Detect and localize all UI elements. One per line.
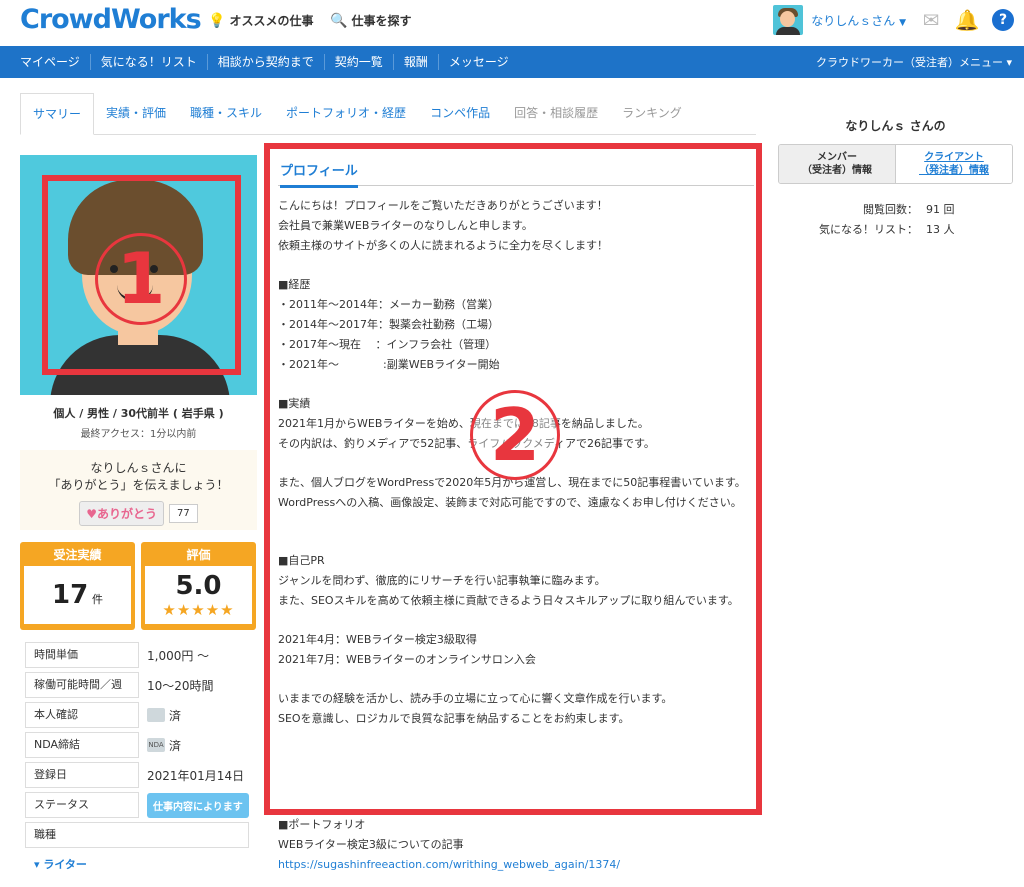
profile-avatar: 1 bbox=[20, 155, 257, 395]
tab-member-info[interactable]: メンバー （受注者）情報 bbox=[779, 145, 896, 183]
left-column: 1 個人 / 男性 / 30代前半 ( 岩手県 ) 最終アクセス：1分以内前 な… bbox=[20, 155, 257, 872]
thanks-panel: なりしんｓさんに 「ありがとう」を伝えましょう！ ♥ありがとう 77 bbox=[20, 450, 257, 530]
thanks-button[interactable]: ♥ありがとう bbox=[79, 501, 165, 526]
mail-icon[interactable]: ✉ bbox=[920, 8, 942, 32]
crowdworks-logo[interactable]: CrowdWorks bbox=[20, 4, 202, 35]
tab-results[interactable]: 実績・評価 bbox=[94, 93, 178, 135]
id-card-icon bbox=[147, 708, 165, 722]
last-access: 最終アクセス：1分以内前 bbox=[80, 429, 197, 440]
nav-rewards[interactable]: 報酬 bbox=[394, 54, 439, 70]
site-header: CrowdWorks 💡 オススメの仕事 🔍 仕事を探す なりしんｓさん ▼ ✉… bbox=[0, 0, 1024, 46]
recommend-link[interactable]: 💡 オススメの仕事 bbox=[208, 12, 313, 29]
avatar[interactable] bbox=[773, 5, 804, 35]
nda-icon: NDA bbox=[147, 738, 165, 752]
profile-tabs: サマリー 実績・評価 職種・スキル ポートフォリオ・経歴 コンペ作品 回答・相談… bbox=[20, 93, 756, 135]
bell-icon[interactable]: 🔔 bbox=[955, 8, 980, 32]
tab-ranking[interactable]: ランキング bbox=[610, 93, 694, 135]
right-column: なりしんｓ さんの メンバー （受注者）情報 クライアント （発注者）情報 閲覧… bbox=[778, 117, 1013, 240]
tab-client-info[interactable]: クライアント （発注者）情報 bbox=[896, 145, 1012, 183]
status-badge[interactable]: 仕事内容によります bbox=[147, 792, 249, 818]
tab-portfolio[interactable]: ポートフォリオ・経歴 bbox=[274, 93, 418, 135]
job-category-writer[interactable]: ▾ ライター bbox=[34, 856, 257, 872]
profile-summary: 個人 / 男性 / 30代前半 ( 岩手県 ) bbox=[53, 407, 224, 420]
tab-competitions[interactable]: コンペ作品 bbox=[418, 93, 502, 135]
help-icon[interactable]: ? bbox=[992, 9, 1014, 31]
thanks-count: 77 bbox=[169, 504, 198, 523]
orders-stat: 受注実績 17 件 bbox=[20, 542, 135, 630]
caret-down-icon: ▼ bbox=[899, 17, 906, 28]
annotation-number-2: 2 bbox=[470, 390, 560, 480]
nav-favorites[interactable]: 気になる！リスト bbox=[91, 54, 208, 70]
chevron-down-icon: ▾ bbox=[1006, 56, 1012, 69]
tab-summary[interactable]: サマリー bbox=[20, 93, 95, 135]
search-icon: 🔍 bbox=[330, 12, 348, 29]
portfolio-section: ■ポートフォリオ WEBライター検定3級についての記事 https://suga… bbox=[278, 818, 621, 871]
nav-contracts[interactable]: 契約一覧 bbox=[325, 54, 394, 70]
lightbulb-icon: 💡 bbox=[208, 12, 226, 29]
tab-skills[interactable]: 職種・スキル bbox=[178, 93, 274, 135]
view-stats: 閲覧回数： 91 回 気になる！リスト： 13 人 bbox=[819, 203, 955, 236]
nav-consult[interactable]: 相談から契約まで bbox=[208, 54, 325, 70]
user-menu[interactable]: なりしんｓさん ▼ bbox=[811, 12, 906, 29]
search-jobs-link[interactable]: 🔍 仕事を探す bbox=[330, 12, 411, 29]
nav-mypage[interactable]: マイページ bbox=[10, 54, 91, 70]
nav-messages[interactable]: メッセージ bbox=[439, 54, 519, 70]
rating-stat: 評価 5.0 ★★★★★ bbox=[141, 542, 256, 630]
main-nav: マイページ 気になる！リスト 相談から契約まで 契約一覧 報酬 メッセージ クラ… bbox=[0, 46, 1024, 78]
annotation-number-1: 1 bbox=[95, 233, 187, 325]
portfolio-link[interactable]: https://sugashinfreeaction.com/writhing_… bbox=[278, 858, 620, 871]
profile-title: プロフィール bbox=[280, 160, 358, 188]
info-table: 時間単価 1,000円 〜 稼働可能時間／週 10〜20時間 本人確認済 NDA締結… bbox=[20, 640, 257, 850]
tab-answers[interactable]: 回答・相談履歴 bbox=[502, 93, 610, 135]
worker-menu[interactable]: クラウドワーカー（受注者）メニュー ▾ bbox=[816, 54, 1012, 70]
member-name-title: なりしんｓ さんの bbox=[845, 119, 946, 133]
user-area: なりしんｓさん ▼ ✉ 🔔 ? bbox=[773, 4, 1024, 36]
star-icons: ★★★★★ bbox=[162, 601, 235, 619]
stats-panel: 受注実績 17 件 評価 5.0 ★★★★★ bbox=[20, 542, 257, 630]
